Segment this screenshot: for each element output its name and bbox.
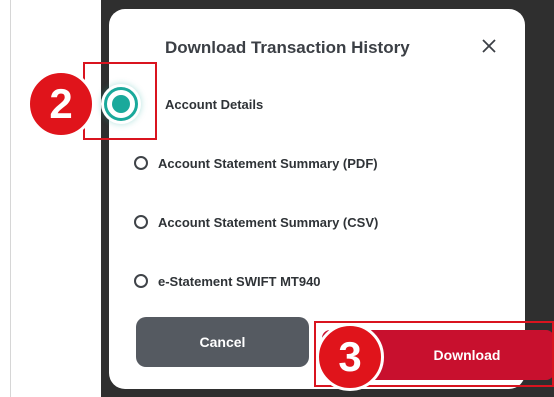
option-e-statement-swift-mt940[interactable]: e-Statement SWIFT MT940: [134, 270, 321, 292]
close-icon: [482, 39, 496, 53]
page-edge-divider: [10, 0, 11, 397]
radio-selected-dot: [112, 95, 130, 113]
radio-button[interactable]: [134, 274, 148, 288]
step-3-badge: 3: [316, 323, 384, 391]
step-2-badge: 2: [27, 70, 95, 138]
close-button[interactable]: [478, 35, 500, 57]
dialog-title: Download Transaction History: [165, 38, 410, 57]
option-account-details[interactable]: Account Details: [155, 93, 263, 115]
option-label: Account Statement Summary (CSV): [158, 214, 379, 230]
cancel-button[interactable]: Cancel: [136, 317, 309, 367]
radio-button[interactable]: [134, 156, 148, 170]
option-label: Account Details: [165, 96, 264, 112]
option-account-statement-summary-csv[interactable]: Account Statement Summary (CSV): [134, 211, 378, 233]
radio-button[interactable]: [134, 215, 148, 229]
radio-account-details[interactable]: [104, 87, 138, 121]
option-account-statement-summary-pdf[interactable]: Account Statement Summary (PDF): [134, 152, 378, 174]
option-label: Account Statement Summary (PDF): [158, 155, 378, 171]
option-label: e-Statement SWIFT MT940: [158, 273, 321, 289]
